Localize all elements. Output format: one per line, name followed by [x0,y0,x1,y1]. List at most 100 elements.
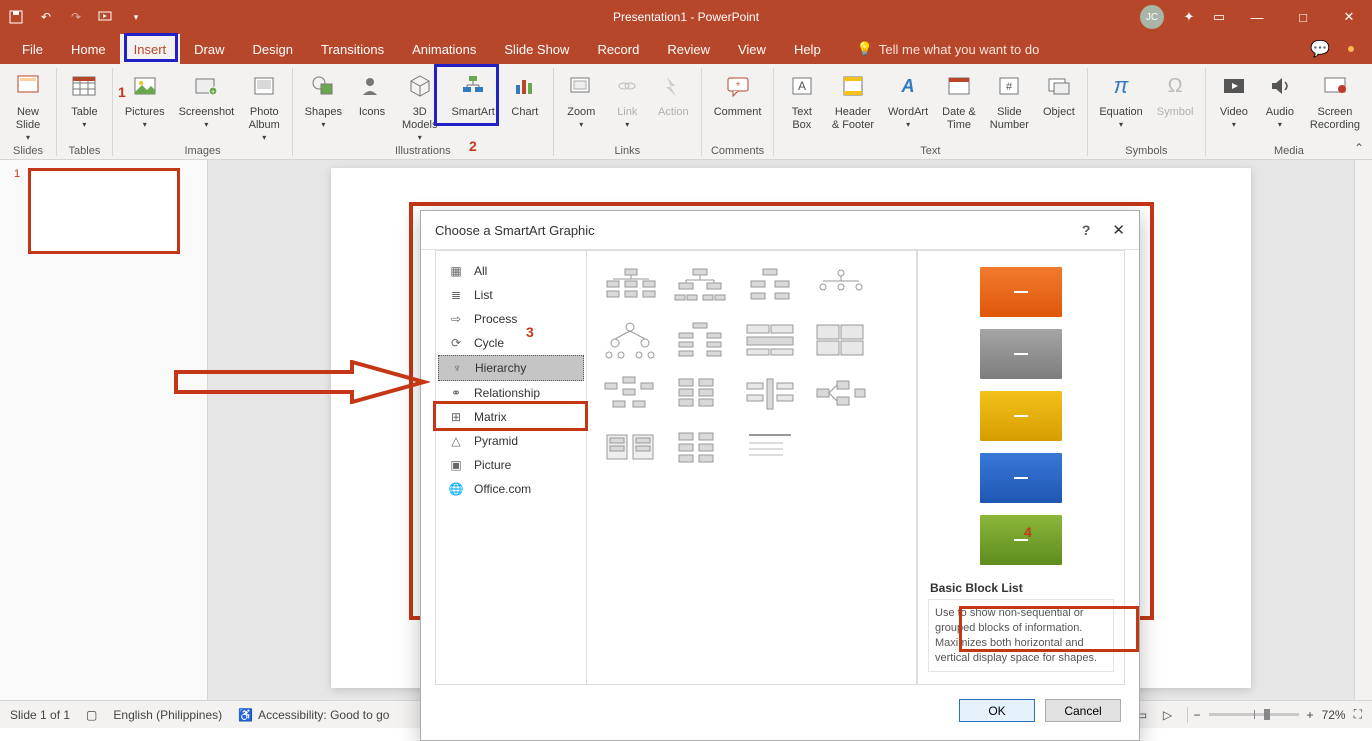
category-office[interactable]: 🌐Office.com [438,477,584,501]
slide-number-button[interactable]: #Slide Number [984,66,1035,134]
shapes-button[interactable]: Shapes▾ [299,66,348,131]
layout-option[interactable] [671,373,729,415]
tell-me-search[interactable]: 💡 Tell me what you want to do [857,34,1040,64]
layout-option[interactable] [811,319,869,361]
tab-animations[interactable]: Animations [398,34,490,64]
ribbon-group-tables: Table▾ Tables [56,64,112,159]
tab-review[interactable]: Review [653,34,724,64]
photo-album-button[interactable]: Photo Album▾ [242,66,286,144]
category-hierarchy[interactable]: ♆Hierarchy [438,355,584,381]
view-slideshow-button[interactable]: ▷ [1156,705,1180,725]
zoom-out-button[interactable]: − [1194,708,1201,722]
object-button[interactable]: Object [1037,66,1081,121]
layout-option[interactable] [601,265,659,307]
smartart-button[interactable]: SmartArt [445,66,500,121]
layout-option[interactable] [811,373,869,415]
collapse-ribbon-icon[interactable]: ⌃ [1354,141,1364,155]
shapes-icon [307,70,339,102]
audio-button[interactable]: Audio▾ [1258,66,1302,131]
zoom-percent[interactable]: 72% [1322,708,1346,722]
tab-design[interactable]: Design [239,34,307,64]
undo-icon[interactable]: ↶ [38,9,54,25]
header-footer-button[interactable]: Header & Footer [826,66,880,134]
tab-home[interactable]: Home [57,34,120,64]
fit-to-window-button[interactable]: ⛶ [1354,707,1362,722]
tab-slideshow[interactable]: Slide Show [490,34,583,64]
tab-record[interactable]: Record [583,34,653,64]
status-accessibility[interactable]: ♿Accessibility: Good to go [238,708,389,722]
slide-thumb-1[interactable] [28,168,180,254]
layout-option[interactable] [741,319,799,361]
ribbon-display-options-icon[interactable]: ▭ [1204,0,1234,34]
cancel-button[interactable]: Cancel [1045,699,1121,722]
tab-file[interactable]: File [8,34,57,64]
pictures-button[interactable]: Pictures▾ [119,66,171,131]
minimize-button[interactable]: ― [1234,0,1280,34]
wordart-button[interactable]: AWordArt▾ [882,66,934,131]
tab-help[interactable]: Help [780,34,835,64]
layout-gallery[interactable] [587,250,917,685]
text-box-button[interactable]: AText Box [780,66,824,134]
layout-option[interactable] [811,265,869,307]
table-button[interactable]: Table▾ [62,66,106,131]
category-list[interactable]: ≣List [438,283,584,307]
ribbon-group-text: AText Box Header & Footer AWordArt▾ Date… [774,64,1087,159]
layout-option[interactable] [671,265,729,307]
user-avatar[interactable]: JC [1140,5,1164,29]
category-picture[interactable]: ▣Picture [438,453,584,477]
screen-recording-button[interactable]: Screen Recording [1304,66,1366,134]
dialog-close-button[interactable]: ✕ [1112,221,1125,239]
category-matrix[interactable]: ⊞Matrix [438,405,584,429]
category-process[interactable]: ⇨Process [438,307,584,331]
layout-option[interactable] [741,427,799,469]
share-icon[interactable]: 💬 [1310,39,1330,59]
icons-button[interactable]: Icons [350,66,394,121]
wordart-icon: A [892,70,924,102]
vertical-scrollbar[interactable] [1354,160,1372,700]
comment-button[interactable]: +Comment [708,66,768,121]
date-time-button[interactable]: Date & Time [936,66,982,134]
tab-transitions[interactable]: Transitions [307,34,398,64]
3d-models-button[interactable]: 3D Models▾ [396,66,443,144]
layout-option[interactable] [671,319,729,361]
layout-option[interactable] [671,427,729,469]
redo-icon[interactable]: ↷ [68,9,84,25]
slides-pane[interactable]: 1 [0,160,208,700]
zoom-in-button[interactable]: + [1307,708,1314,722]
preview-block [980,515,1062,565]
tab-view[interactable]: View [724,34,780,64]
status-spellcheck[interactable]: ▢ [86,708,97,722]
zoom-slider[interactable] [1209,713,1299,716]
category-cycle[interactable]: ⟳Cycle [438,331,584,355]
ribbon-group-media: Video▾ Audio▾ Screen Recording Media [1206,64,1372,159]
zoom-button[interactable]: Zoom▾ [559,66,603,131]
category-pyramid[interactable]: △Pyramid [438,429,584,453]
qat-customize-icon[interactable]: ▾ [128,9,144,25]
equation-button[interactable]: πEquation▾ [1093,66,1148,131]
preview-block [980,329,1062,379]
save-icon[interactable] [8,9,24,25]
magic-icon[interactable]: ✦ [1174,0,1204,34]
layout-option[interactable] [601,319,659,361]
new-slide-button[interactable]: New Slide▾ [6,66,50,144]
close-button[interactable]: ✕ [1326,0,1372,34]
maximize-button[interactable]: □ [1280,0,1326,34]
start-from-beginning-icon[interactable] [98,9,114,25]
layout-option[interactable] [601,427,659,469]
screenshot-button[interactable]: +Screenshot▾ [173,66,241,131]
status-language[interactable]: English (Philippines) [113,708,222,722]
chart-button[interactable]: Chart [503,66,547,121]
layout-option[interactable] [601,373,659,415]
preview-description: Use to show non-sequential or grouped bl… [928,599,1114,672]
ok-button[interactable]: OK [959,699,1035,722]
tab-insert[interactable]: Insert [120,34,181,64]
object-icon [1043,70,1075,102]
category-all[interactable]: ▦All [438,259,584,283]
dialog-help-button[interactable]: ? [1082,222,1091,238]
category-relationship[interactable]: ⚭Relationship [438,381,584,405]
status-slide-info[interactable]: Slide 1 of 1 [10,708,70,722]
video-button[interactable]: Video▾ [1212,66,1256,131]
layout-option[interactable] [741,373,799,415]
tab-draw[interactable]: Draw [180,34,238,64]
layout-option[interactable] [741,265,799,307]
